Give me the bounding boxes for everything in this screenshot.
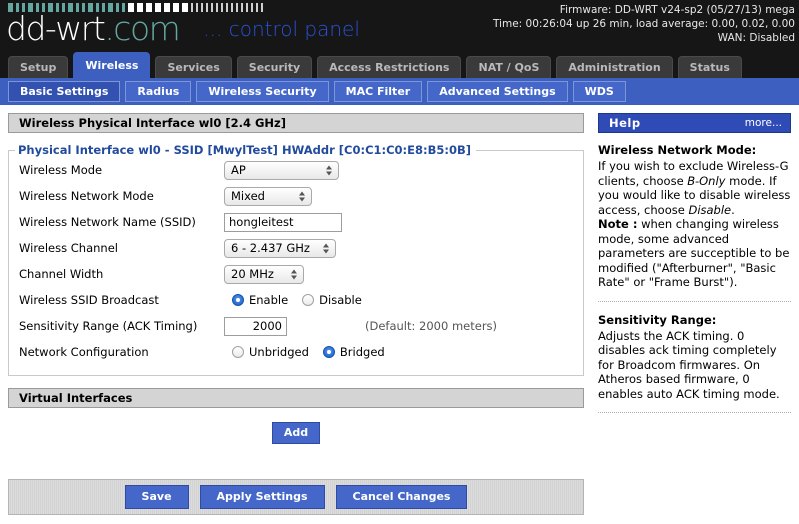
help-title: Help (609, 116, 641, 130)
main-tab-bar: Setup Wireless Services Security Access Rest… (0, 50, 799, 78)
label-channel: Wireless Channel (19, 241, 118, 255)
sub-tab-wds[interactable]: WDS (572, 81, 626, 102)
row-ssid-broadcast: Wireless SSID Broadcast Enable Disable (19, 287, 573, 313)
help-divider (598, 300, 791, 302)
section-title-bar: Wireless Physical Interface wl0 [2.4 GHz… (8, 113, 584, 133)
network-config-unbridged-label: Unbridged (249, 345, 309, 359)
label-ssid: Wireless Network Name (SSID) (19, 215, 196, 229)
add-virtual-interface-button[interactable]: Add (271, 422, 321, 444)
radio-dot-icon (232, 346, 244, 358)
uptime-load-text: Time: 00:26:04 up 26 min, load average: … (492, 18, 795, 30)
label-ssid-broadcast: Wireless SSID Broadcast (19, 293, 159, 307)
help-section2-title: Sensitivity Range: (598, 312, 717, 327)
virtual-interfaces-section: Virtual Interfaces Add (8, 388, 584, 452)
apply-settings-button[interactable]: Apply Settings (199, 485, 325, 509)
network-config-bridged-radio[interactable]: Bridged (322, 345, 385, 359)
main-tab-status[interactable]: Status (677, 56, 742, 78)
network-config-bridged-label: Bridged (339, 345, 385, 359)
main-tab-administration[interactable]: Administration (556, 56, 673, 78)
help-s1-italic-b-only: B-Only (687, 173, 726, 188)
radio-dot-icon (322, 346, 335, 358)
physical-interface-fieldset: Physical Interface wl0 - SSID [MwylTest]… (8, 143, 584, 376)
add-button-row: Add (8, 408, 584, 452)
page-header: dd-wrt.com ... control panel Firmware: DD… (0, 0, 799, 50)
help-section1-title: Wireless Network Mode: (598, 143, 757, 157)
label-channel-width: Channel Width (19, 267, 104, 281)
help-s1-italic-disable: Disable (688, 202, 732, 217)
cancel-changes-button[interactable]: Cancel Changes (335, 485, 468, 509)
help-section2-paragraph: Adjusts the ACK timing. 0 disables ack t… (598, 328, 780, 401)
radio-dot-icon (302, 294, 315, 306)
sensitivity-default-hint: (Default: 2000 meters) (365, 319, 498, 333)
label-wireless-mode: Wireless Mode (19, 163, 103, 177)
ssid-broadcast-enable-radio[interactable]: Enable (232, 293, 288, 307)
help-header-bar: Help more... (598, 113, 791, 133)
wan-status-text: WAN: Disabled (717, 32, 795, 44)
virtual-interfaces-title-bar: Virtual Interfaces (8, 388, 584, 408)
ssid-input[interactable] (224, 212, 342, 232)
radio-dot-icon (232, 294, 244, 306)
logo-tld-text: .com (104, 9, 180, 48)
main-tab-security[interactable]: Security (236, 56, 313, 78)
wireless-channel-select[interactable]: 6 - 2.437 GHz (224, 238, 336, 258)
network-config-unbridged-radio[interactable]: Unbridged (232, 345, 309, 359)
sub-tab-mac-filter[interactable]: MAC Filter (333, 81, 423, 102)
ssid-broadcast-disable-radio[interactable]: Disable (302, 293, 362, 307)
main-tab-wireless[interactable]: Wireless (73, 52, 151, 78)
label-network-mode: Wireless Network Mode (19, 189, 154, 203)
main-tab-setup[interactable]: Setup (8, 56, 69, 78)
logo-subtitle: ... control panel (203, 17, 360, 41)
channel-width-select-wrap: 20 MHz (224, 264, 304, 284)
row-channel: Wireless Channel 6 - 2.437 GHz (19, 235, 573, 261)
firmware-version-text: Firmware: DD-WRT v24-sp2 (05/27/13) mega (559, 4, 795, 16)
main-tab-nat-qos[interactable]: NAT / QoS (466, 56, 552, 78)
help-body: Wireless Network Mode: If you wish to ex… (598, 133, 791, 413)
label-sensitivity: Sensitivity Range (ACK Timing) (19, 319, 198, 333)
channel-width-select[interactable]: 20 MHz (224, 264, 304, 284)
row-ssid: Wireless Network Name (SSID) (19, 209, 573, 235)
help-section1-note: Note : when changing wireless mode, some… (598, 217, 791, 290)
row-sensitivity: Sensitivity Range (ACK Timing) (Default:… (19, 313, 573, 339)
channel-select-wrap: 6 - 2.437 GHz (224, 238, 336, 258)
help-more-link[interactable]: more... (745, 117, 782, 129)
sub-tab-radius[interactable]: Radius (125, 81, 192, 102)
sub-tab-bar: Basic Settings Radius Wireless Security MAC… (0, 78, 799, 105)
main-tab-access-restrictions[interactable]: Access Restrictions (317, 56, 462, 78)
sensitivity-input[interactable] (224, 316, 287, 336)
help-note-label: Note : (598, 217, 638, 231)
sub-tab-wireless-security[interactable]: Wireless Security (196, 81, 329, 102)
network-mode-select-wrap: Mixed (224, 186, 312, 206)
router-status-info: Firmware: DD-WRT v24-sp2 (05/27/13) mega… (493, 3, 795, 45)
save-button[interactable]: Save (124, 485, 189, 509)
help-divider (598, 412, 791, 413)
row-channel-width: Channel Width 20 MHz (19, 261, 573, 287)
row-network-mode: Wireless Network Mode Mixed (19, 183, 573, 209)
ssid-broadcast-enable-label: Enable (249, 293, 289, 307)
row-wireless-mode: Wireless Mode AP (19, 157, 573, 183)
dd-wrt-logo: dd-wrt.com ... control panel (6, 9, 360, 48)
help-section1-paragraph: If you wish to exclude Wireless-G client… (598, 159, 791, 217)
network-mode-select[interactable]: Mixed (224, 186, 312, 206)
sub-tab-advanced-settings[interactable]: Advanced Settings (427, 81, 568, 102)
help-panel: Help more... Wireless Network Mode: If y… (592, 105, 799, 524)
content-column: Wireless Physical Interface wl0 [2.4 GHz… (0, 105, 592, 524)
logo-main-text: dd-wrt (6, 9, 106, 48)
ssid-broadcast-disable-label: Disable (319, 293, 362, 307)
wireless-mode-select-wrap: AP (224, 160, 339, 180)
main-tab-services[interactable]: Services (155, 56, 232, 78)
wireless-mode-select[interactable]: AP (224, 160, 339, 180)
row-network-config: Network Configuration Unbridged Bridged (19, 339, 573, 365)
page-body: Wireless Physical Interface wl0 [2.4 GHz… (0, 105, 799, 524)
form-action-bar: Save Apply Settings Cancel Changes (8, 479, 584, 515)
sub-tab-basic-settings[interactable]: Basic Settings (8, 81, 121, 102)
label-network-config: Network Configuration (19, 345, 149, 359)
help-s1-text-c: . (731, 202, 735, 217)
physical-interface-legend: Physical Interface wl0 - SSID [MwylTest]… (15, 143, 476, 157)
